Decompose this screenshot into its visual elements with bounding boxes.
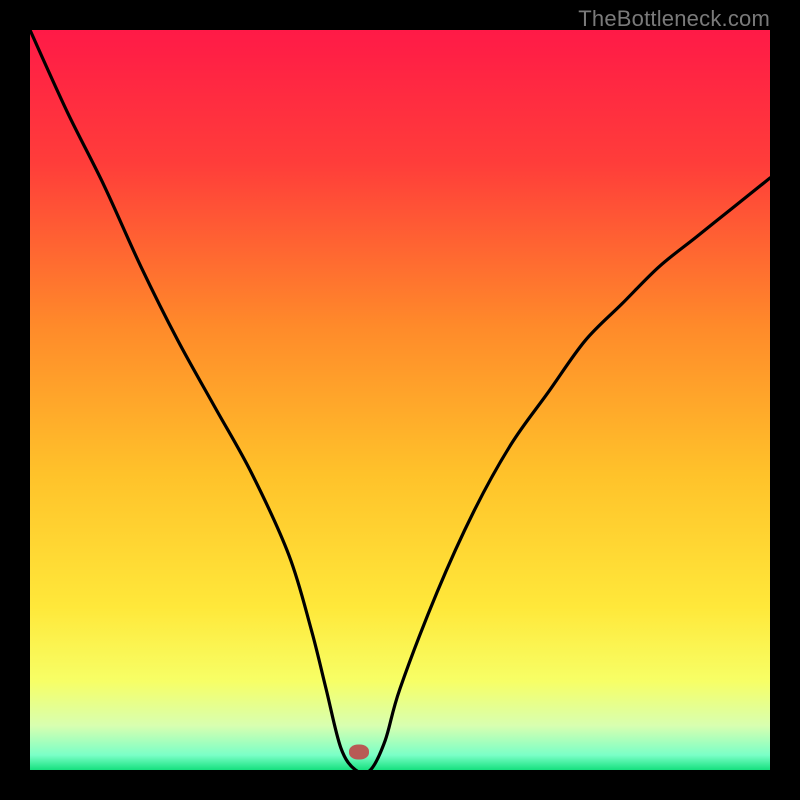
plot-area — [30, 30, 770, 770]
optimum-marker — [349, 744, 369, 759]
bottleneck-curve — [30, 30, 770, 770]
watermark-label: TheBottleneck.com — [578, 6, 770, 32]
outer-frame: TheBottleneck.com — [0, 0, 800, 800]
